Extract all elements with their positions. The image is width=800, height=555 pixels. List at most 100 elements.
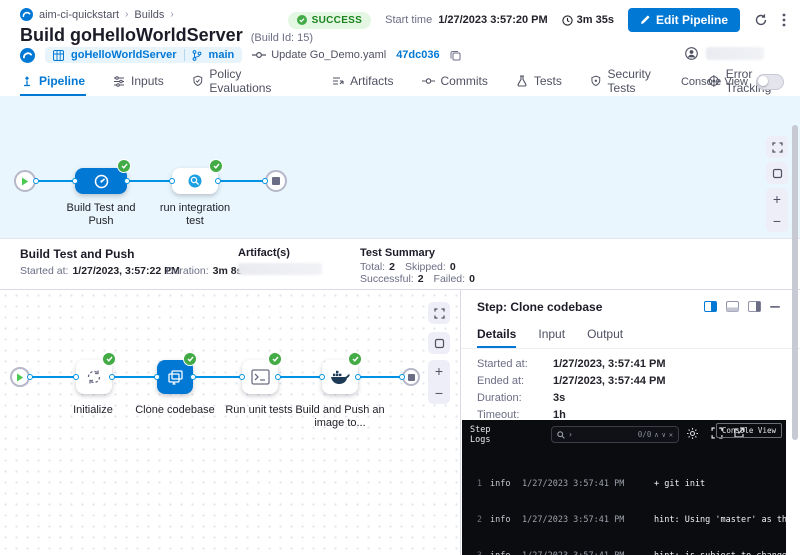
tab-output[interactable]: Output [587,322,623,348]
tab-policy-evaluations[interactable]: Policy Evaluations [191,68,305,96]
field-started-at: Started at: 1/27/2023, 3:57:41 PM [477,358,666,370]
tab-commits[interactable]: Commits [421,68,489,96]
log-lines[interactable]: 1info1/27/2023 3:57:41 PM+ git init 2inf… [468,454,786,555]
zoom-in-button[interactable]: + [428,360,450,382]
console-view-label: Console View [681,76,748,88]
edge-connector [72,178,78,184]
field-ended-at: Ended at: 1/27/2023, 3:57:44 PM [477,375,666,387]
initialize-icon [85,368,103,386]
repository-icon [53,50,64,61]
sliders-icon [113,75,125,87]
pipeline-edge [25,180,277,182]
stage-label[interactable]: run integration test [150,202,240,228]
tab-artifacts[interactable]: Artifacts [331,68,394,96]
test-summary-row2: Successful: 2 Failed: 0 [360,273,475,285]
breadcrumb: aim-ci-quickstart › Builds › [20,8,174,21]
switch-knob [758,76,768,86]
copy-icon[interactable] [450,50,461,61]
stage-label[interactable]: Build Test and Push [61,202,141,228]
tab-tests[interactable]: Tests [515,68,563,96]
log-settings-gear-icon[interactable] [686,427,699,440]
tab-details[interactable]: Details [477,322,516,348]
success-check-icon [209,159,223,173]
edit-pipeline-button[interactable]: Edit Pipeline [628,8,740,32]
edge-connector [215,178,221,184]
edge-connector [239,374,245,380]
edge-connector [355,374,361,380]
fit-to-view-button[interactable] [428,332,450,354]
console-view-button[interactable]: Console View [716,423,782,438]
breadcrumb-builds[interactable]: Builds [134,9,164,21]
search-close-icon[interactable]: ✕ [669,431,673,439]
commit-message[interactable]: Update Go_Demo.yaml [252,49,386,61]
breadcrumb-project[interactable]: aim-ci-quickstart [39,9,119,21]
edge-connector [154,374,160,380]
stop-icon [272,177,280,185]
harness-logo-icon [20,48,35,63]
tab-inputs[interactable]: Inputs [112,68,165,96]
repo-row: goHelloWorldServer main Update Go_Demo.y… [20,47,461,63]
build-pipeline-page: aim-ci-quickstart › Builds › SUCCESS Sta… [0,0,800,555]
step-panel-tabs: Details Input Output [461,322,800,349]
refresh-button[interactable] [754,13,768,27]
artifacts-label: Artifact(s) [238,247,290,259]
search-prev-icon[interactable]: ∧ [654,431,658,439]
edge-connector [262,178,268,184]
edge-connector [27,374,33,380]
layout-right-icon[interactable] [748,301,761,312]
step-graph-canvas[interactable]: Initialize Clone codebase Run unit tests… [0,290,460,555]
search-next-icon[interactable]: ∨ [662,431,666,439]
commit-icon [422,77,435,85]
fullscreen-button[interactable] [428,302,450,324]
log-search-input[interactable]: › 0/0 ∧ ∨ ✕ [551,426,679,443]
tab-pipeline[interactable]: Pipeline [20,68,86,96]
success-check-icon [183,352,197,366]
success-check-icon [268,352,282,366]
edge-connector [33,178,39,184]
user-icon[interactable] [685,47,698,60]
play-icon [21,177,29,186]
zoom-in-button[interactable]: + [766,188,788,210]
tab-input[interactable]: Input [538,322,565,348]
docker-icon [330,369,350,385]
layout-split-icon[interactable] [704,301,717,312]
success-check-icon [117,159,131,173]
search-icon [557,431,565,439]
console-view-toggle-group: Console View [681,68,784,96]
panel-layout-controls [704,301,780,312]
build-id: (Build Id: 15) [251,32,313,44]
branch-name: main [209,49,235,61]
page-scrollbar[interactable] [792,125,798,440]
step-label[interactable]: Clone codebase [135,404,215,417]
kebab-menu-button[interactable] [782,13,786,27]
stage-node-run-integration-test[interactable] [172,168,218,194]
zoom-controls: + − [428,360,450,404]
tab-security-tests[interactable]: Security Tests [589,68,681,96]
console-view-switch[interactable] [756,74,784,90]
build-title: Build goHelloWorldServer [20,25,243,46]
layout-bottom-icon[interactable] [726,301,739,312]
zoom-out-button[interactable]: − [428,382,450,404]
repo-branch-pill[interactable]: goHelloWorldServer main [45,47,242,63]
pencil-icon [640,15,650,25]
step-label[interactable]: Build and Push an image to... [293,404,387,430]
build-meta: SUCCESS Start time 1/27/2023 3:57:20 PM … [288,8,786,32]
zoom-out-button[interactable]: − [766,210,788,232]
commit-sha[interactable]: 47dc036 [396,49,439,61]
stage-graph-canvas[interactable]: Build Test and Push run integration test… [0,96,800,238]
collapse-panel-icon[interactable] [770,306,780,308]
page-title: Build goHelloWorldServer (Build Id: 15) [20,25,313,46]
field-duration: Duration: 3s [477,392,565,404]
play-icon [16,373,24,382]
fit-to-view-button[interactable] [766,162,788,184]
fit-view-icon [434,338,445,349]
kebab-icon [782,13,786,27]
edge-connector [275,374,281,380]
stage-node-build-test-and-push[interactable] [75,168,127,194]
step-label[interactable]: Run unit tests [219,404,299,417]
build-tabbar: Pipeline Inputs Policy Evaluations Artif… [0,68,800,97]
integration-test-icon [187,173,203,189]
success-check-icon [348,352,362,366]
fullscreen-button[interactable] [766,136,788,158]
step-label[interactable]: Initialize [63,404,123,417]
